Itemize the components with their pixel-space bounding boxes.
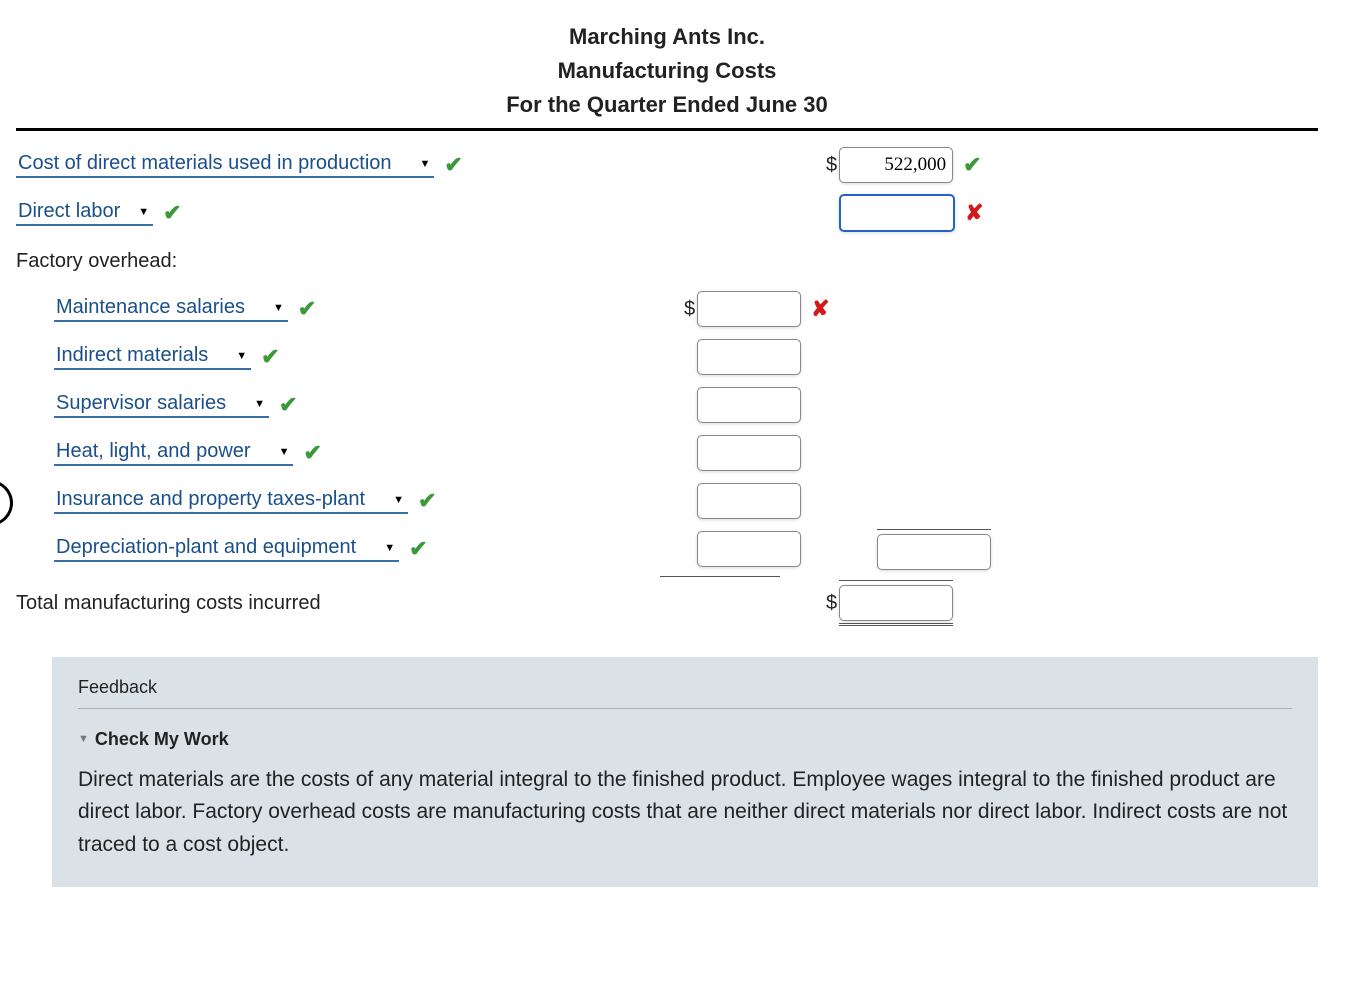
total-wrap xyxy=(839,580,953,626)
check-icon: ✔ xyxy=(298,296,316,322)
input-heat-light-power-amount[interactable] xyxy=(697,435,801,471)
currency-symbol: $ xyxy=(826,154,837,177)
input-insurance-amount[interactable] xyxy=(697,483,801,519)
row-overhead-heat-light-power: Heat, light, and power ▼ ✔ $ xyxy=(16,429,1318,477)
dropdown-label: Cost of direct materials used in product… xyxy=(18,152,392,175)
company-name: Marching Ants Inc. xyxy=(16,20,1318,54)
check-icon: ✔ xyxy=(279,392,297,418)
overhead-subtotal-wrap xyxy=(877,529,991,570)
dropdown-label: Heat, light, and power xyxy=(56,440,251,463)
dropdown-label: Depreciation-plant and equipment xyxy=(56,536,356,559)
row-overhead-supervisor: Supervisor salaries ▼ ✔ $ xyxy=(16,381,1318,429)
caret-down-icon: ▼ xyxy=(138,206,149,218)
feedback-panel: Feedback ▼ Check My Work Direct material… xyxy=(52,657,1318,887)
input-direct-materials-amount[interactable] xyxy=(839,147,953,183)
row-overhead-indirect-materials: Indirect materials ▼ ✔ $ xyxy=(16,333,1318,381)
dropdown-heat-light-power[interactable]: Heat, light, and power ▼ xyxy=(54,440,293,466)
factory-overhead-label: Factory overhead: xyxy=(16,250,177,273)
dropdown-label: Supervisor salaries xyxy=(56,392,226,415)
check-icon: ✔ xyxy=(418,488,436,514)
feedback-text: Direct materials are the costs of any ma… xyxy=(78,764,1292,862)
header-divider xyxy=(16,128,1318,131)
dropdown-direct-materials[interactable]: Cost of direct materials used in product… xyxy=(16,152,434,178)
input-indirect-materials-amount[interactable] xyxy=(697,339,801,375)
row-direct-labor: Direct labor ▼ ✔ $ ✘ xyxy=(16,189,1318,237)
check-icon: ✔ xyxy=(261,344,279,370)
dropdown-label: Indirect materials xyxy=(56,344,208,367)
feedback-title: Feedback xyxy=(78,677,1292,698)
input-overhead-subtotal[interactable] xyxy=(877,534,991,570)
row-overhead-maintenance: Maintenance salaries ▼ ✔ $ ✘ xyxy=(16,285,1318,333)
input-total-amount[interactable] xyxy=(839,585,953,621)
check-icon: ✔ xyxy=(163,200,181,226)
caret-down-icon: ▼ xyxy=(384,542,395,554)
row-total: Total manufacturing costs incurred $ xyxy=(16,579,1318,627)
worksheet: Marching Ants Inc. Manufacturing Costs F… xyxy=(0,0,1348,887)
row-factory-overhead-label: Factory overhead: xyxy=(16,237,1318,285)
caret-down-icon: ▼ xyxy=(279,446,290,458)
input-depreciation-amount[interactable] xyxy=(697,531,801,567)
cross-icon: ✘ xyxy=(811,296,829,322)
report-period: For the Quarter Ended June 30 xyxy=(16,88,1318,122)
dropdown-indirect-materials[interactable]: Indirect materials ▼ xyxy=(54,344,251,370)
cross-icon: ✘ xyxy=(965,200,983,226)
caret-down-icon: ▼ xyxy=(236,350,247,362)
caret-down-icon: ▼ xyxy=(273,302,284,314)
check-icon: ✔ xyxy=(409,536,427,562)
total-label: Total manufacturing costs incurred xyxy=(16,592,321,615)
row-overhead-depreciation: Depreciation-plant and equipment ▼ ✔ $ $ xyxy=(16,525,1318,573)
currency-symbol: $ xyxy=(826,592,837,615)
report-title: Manufacturing Costs xyxy=(16,54,1318,88)
dropdown-direct-labor[interactable]: Direct labor ▼ xyxy=(16,200,153,226)
dropdown-depreciation[interactable]: Depreciation-plant and equipment ▼ xyxy=(54,536,399,562)
input-maintenance-amount[interactable] xyxy=(697,291,801,327)
row-direct-materials: Cost of direct materials used in product… xyxy=(16,141,1318,189)
triangle-down-icon: ▼ xyxy=(78,733,89,745)
check-icon: ✔ xyxy=(303,440,321,466)
currency-symbol: $ xyxy=(684,298,695,321)
check-my-work-label: Check My Work xyxy=(95,729,229,750)
check-my-work-toggle[interactable]: ▼ Check My Work xyxy=(78,729,229,750)
dropdown-label: Direct labor xyxy=(18,200,120,223)
report-header: Marching Ants Inc. Manufacturing Costs F… xyxy=(16,20,1318,122)
input-supervisor-amount[interactable] xyxy=(697,387,801,423)
caret-down-icon: ▼ xyxy=(393,494,404,506)
dropdown-label: Maintenance salaries xyxy=(56,296,245,319)
caret-down-icon: ▼ xyxy=(420,158,431,170)
feedback-divider xyxy=(78,708,1292,709)
dropdown-maintenance-salaries[interactable]: Maintenance salaries ▼ xyxy=(54,296,288,322)
input-direct-labor-amount[interactable] xyxy=(839,194,955,232)
caret-down-icon: ▼ xyxy=(254,398,265,410)
check-icon: ✔ xyxy=(963,152,981,178)
subtotal-rule xyxy=(660,576,780,577)
dropdown-insurance-property-taxes[interactable]: Insurance and property taxes-plant ▼ xyxy=(54,488,408,514)
dropdown-label: Insurance and property taxes-plant xyxy=(56,488,365,511)
check-icon: ✔ xyxy=(444,152,462,178)
row-overhead-insurance: Insurance and property taxes-plant ▼ ✔ $ xyxy=(16,477,1318,525)
dropdown-supervisor-salaries[interactable]: Supervisor salaries ▼ xyxy=(54,392,269,418)
